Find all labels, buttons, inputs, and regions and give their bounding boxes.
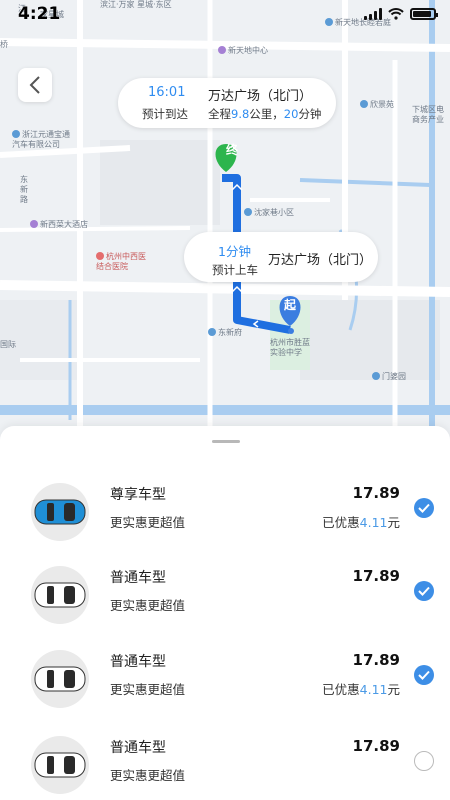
car-type-subtitle: 更实惠更超值	[110, 682, 186, 697]
car-price: 17.89	[352, 484, 400, 502]
pickup-destination: 万达广场（北门）	[268, 253, 373, 268]
trip-duration: 20	[283, 107, 299, 121]
map-label-shenjiaxiang: 沈家巷小区	[244, 208, 294, 218]
map-label-dongxinfu: 东新府	[208, 328, 242, 338]
sheet-handle[interactable]	[212, 440, 240, 443]
car-discount: 已优惠4.11元	[322, 682, 400, 697]
car-icon	[34, 752, 86, 778]
map-label-hospital: 杭州中西医 结合医院	[96, 252, 146, 271]
start-marker-label: 起	[284, 298, 297, 312]
wifi-icon	[388, 8, 404, 20]
arrive-time: 16:01	[148, 85, 186, 100]
car-price: 17.89	[352, 737, 400, 755]
map-label-xiacheng: 下城区电 商务产业	[412, 105, 444, 124]
status-time: 4:21	[18, 4, 61, 24]
map-label-xintiandi: 新天地中心	[218, 46, 268, 56]
signal-icon	[364, 8, 382, 20]
car-image	[31, 566, 89, 624]
car-price: 17.89	[352, 567, 400, 585]
car-image	[31, 736, 89, 794]
car-option-row[interactable]: 普通车型更实惠更超值 17.89	[0, 563, 450, 651]
map-label-yuantong: 浙江元通宝通 汽车有限公司	[12, 130, 70, 149]
status-icons	[364, 8, 438, 20]
car-type-name: 尊享车型	[110, 487, 166, 503]
map-label-qiao: 桥	[0, 40, 8, 49]
selected-check-icon[interactable]	[414, 498, 434, 518]
car-type-subtitle: 更实惠更超值	[110, 768, 186, 783]
car-option-row[interactable]: 普通车型更实惠更超值 17.89 已优惠4.11元	[0, 647, 450, 735]
car-option-row[interactable]: 尊享车型更实惠更超值 17.89 已优惠4.11元	[0, 480, 450, 568]
end-marker-label: 终	[226, 143, 239, 157]
selected-check-icon[interactable]	[414, 665, 434, 685]
car-icon	[34, 499, 86, 525]
map-label-school: 杭州市胜蓝 实验中学	[270, 338, 310, 357]
trip-destination: 万达广场（北门）	[208, 89, 313, 104]
trip-summary-card: 16:01 预计到达 万达广场（北门） 全程9.8公里，20分钟	[118, 78, 336, 128]
map-label-hotel: 新西菜大酒店	[30, 220, 88, 230]
car-price: 17.89	[352, 651, 400, 669]
chevron-left-icon	[29, 76, 40, 94]
battery-icon	[410, 8, 438, 20]
car-type-name: 普通车型	[110, 570, 166, 586]
arrive-label: 预计到达	[142, 107, 188, 121]
map-label-menpoyuan: 门婆园	[372, 372, 406, 382]
map-label-dongxin-road: 东 新 路	[20, 175, 28, 204]
car-type-name: 普通车型	[110, 654, 166, 670]
car-icon	[34, 666, 86, 692]
car-type-subtitle: 更实惠更超值	[110, 598, 186, 613]
unselected-radio-icon[interactable]	[414, 751, 434, 771]
map-label-guoji: 国际	[0, 340, 16, 349]
trip-distance-duration: 全程9.8公里，20分钟	[208, 107, 322, 121]
status-bar: 4:21	[0, 0, 450, 30]
car-icon	[34, 582, 86, 608]
pickup-minutes: 1分钟	[218, 244, 251, 259]
car-image	[31, 650, 89, 708]
map-label-xinjingyuan: 欣景苑	[360, 100, 394, 110]
car-option-row[interactable]: 普通车型更实惠更超值 17.89	[0, 733, 450, 800]
pickup-card: 1分钟 预计上车 万达广场（北门）	[184, 232, 378, 282]
selected-check-icon[interactable]	[414, 581, 434, 601]
car-type-name: 普通车型	[110, 740, 166, 756]
car-image	[31, 483, 89, 541]
trip-distance: 9.8	[231, 107, 250, 121]
route-map[interactable]: 终 起 滨江·万家 星城·东区 家星城 新天地中心 新天地长睦若庭 浙江元通宝通…	[0, 0, 450, 440]
car-type-subtitle: 更实惠更超值	[110, 515, 186, 530]
car-discount: 已优惠4.11元	[322, 515, 400, 530]
back-button[interactable]	[18, 68, 52, 102]
pickup-label: 预计上车	[212, 263, 258, 277]
